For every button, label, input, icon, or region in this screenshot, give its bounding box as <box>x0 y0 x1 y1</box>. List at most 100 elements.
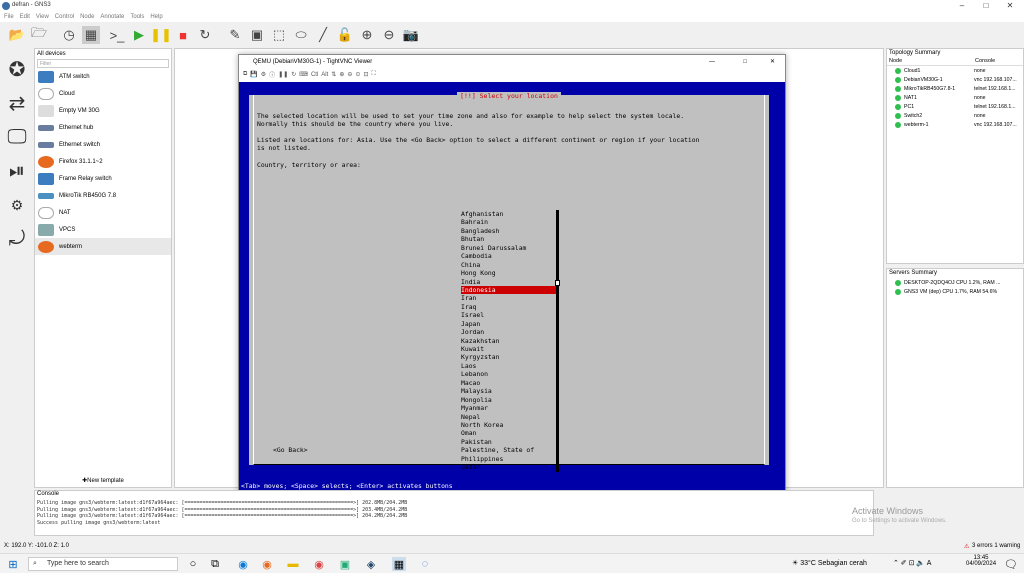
maximize-button[interactable]: □ <box>976 0 996 12</box>
open-folder-icon[interactable]: 📂 <box>8 26 26 44</box>
topology-row[interactable]: Cloud1 none <box>887 66 1023 75</box>
country-option[interactable]: Pakistan <box>461 438 557 446</box>
ellipse-icon[interactable]: ⬭ <box>292 26 310 44</box>
security-devices-icon[interactable]: ⏯ <box>4 158 30 184</box>
zoom-in-vnc-icon[interactable]: ⊕ <box>339 71 344 78</box>
country-option[interactable]: Afghanistan <box>461 210 557 218</box>
options-icon[interactable]: ⚙ <box>261 71 266 78</box>
topology-row[interactable]: Switch2 none <box>887 111 1023 120</box>
country-option[interactable]: Bangladesh <box>461 227 557 235</box>
edge-icon[interactable]: ◉ <box>236 557 250 571</box>
grid-icon[interactable]: ▦ <box>82 26 100 44</box>
transfer-icon[interactable]: ⇅ <box>331 71 336 78</box>
menu-annotate[interactable]: Annotate <box>100 14 124 20</box>
fullscreen-icon[interactable]: ⛶ <box>371 71 375 78</box>
country-option[interactable]: India <box>461 278 557 286</box>
pause-icon[interactable]: ❚❚ <box>150 26 172 44</box>
country-option[interactable]: Malaysia <box>461 387 557 395</box>
vnc-minimize-button[interactable]: — <box>709 55 715 69</box>
vnc-close-button[interactable]: ✕ <box>770 55 775 69</box>
console-icon[interactable]: >_ <box>108 26 126 44</box>
refresh-icon[interactable]: ↻ <box>291 71 296 78</box>
menu-file[interactable]: File <box>4 14 14 20</box>
country-option[interactable]: Mongolia <box>461 396 557 404</box>
menu-control[interactable]: Control <box>55 14 74 20</box>
server-row[interactable]: GNS3 VM (dep) CPU 1.7%, RAM 54.6% <box>887 287 1023 296</box>
reload-icon[interactable]: ↻ <box>196 26 214 44</box>
country-option[interactable]: Oman <box>461 429 557 437</box>
edit-icon[interactable]: ✎ <box>226 26 244 44</box>
topology-row[interactable]: webterm-1 vnc 192.168.107... <box>887 120 1023 129</box>
country-option[interactable]: Iran <box>461 294 557 302</box>
app-icon[interactable]: ▣ <box>338 557 352 571</box>
zoom-out-icon[interactable]: ⊖ <box>380 26 398 44</box>
gns3-taskbar-icon[interactable]: ◈ <box>364 557 378 571</box>
vnc-maximize-button[interactable]: □ <box>743 55 747 69</box>
task-view-icon[interactable]: ⧉ <box>208 557 222 571</box>
start-menu-icon[interactable]: ⊞ <box>6 557 20 571</box>
zoom-out-vnc-icon[interactable]: ⊖ <box>347 71 352 78</box>
country-option[interactable]: Palestine, State of <box>461 446 557 454</box>
all-devices-icon[interactable]: ⚙ <box>4 192 30 218</box>
zoom-100-icon[interactable]: ⊙ <box>355 71 360 78</box>
lock-icon[interactable]: 🔓 <box>336 26 354 44</box>
country-option[interactable]: Cambodia <box>461 252 557 260</box>
country-option[interactable]: China <box>461 261 557 269</box>
menu-help[interactable]: Help <box>150 14 162 20</box>
device-vpcs[interactable]: VPCS <box>35 221 171 238</box>
device-mikrotik[interactable]: MikroTik RB450G 7.8 <box>35 187 171 204</box>
topology-row[interactable]: DebianVM30G-1 vnc 192.168.107... <box>887 75 1023 84</box>
country-option[interactable]: North Korea <box>461 421 557 429</box>
device-cloud[interactable]: Cloud <box>35 85 171 102</box>
country-option[interactable]: Brunei Darussalam <box>461 244 557 252</box>
country-option[interactable]: Israel <box>461 311 557 319</box>
image-icon[interactable]: ▣ <box>248 26 266 44</box>
country-option[interactable]: Kazakhstan <box>461 337 557 345</box>
country-scrollbar[interactable] <box>556 210 559 472</box>
stop-icon[interactable]: ■ <box>174 26 192 44</box>
vnc-taskbar-icon[interactable]: ▦ <box>392 557 406 571</box>
file-explorer-icon[interactable]: ▬ <box>286 557 300 571</box>
country-option[interactable]: Lebanon <box>461 370 557 378</box>
rectangle-icon[interactable]: ⬚ <box>270 26 288 44</box>
camera-icon[interactable]: 📷 <box>402 26 420 44</box>
menu-edit[interactable]: Edit <box>20 14 30 20</box>
country-option[interactable]: Myanmar <box>461 404 557 412</box>
country-option[interactable]: Macao <box>461 379 557 387</box>
device-nat[interactable]: NAT <box>35 204 171 221</box>
app2-icon[interactable]: ◌ <box>418 557 432 571</box>
new-template-button[interactable]: ✚New template <box>34 477 172 489</box>
folder-icon[interactable]: 🗁 <box>30 25 48 44</box>
country-list[interactable]: Afghanistan Bahrain Bangladesh Bhutan Brunei… <box>461 210 557 472</box>
country-scrollbar-thumb[interactable] <box>555 280 560 286</box>
country-option[interactable]: Qatar <box>461 463 557 471</box>
weather[interactable]: ☀ 33°C Sebagian cerah <box>792 559 867 567</box>
taskbar-search-box[interactable]: ⌕ Type here to search <box>28 557 178 571</box>
cortana-icon[interactable]: ○ <box>186 557 200 571</box>
device-frame-relay[interactable]: Frame Relay switch <box>35 170 171 187</box>
ctrl-alt-del-icon[interactable]: ⌨ <box>299 71 308 78</box>
save-icon[interactable]: 💾 <box>250 71 257 78</box>
start-icon[interactable]: ▶ <box>130 26 148 44</box>
new-connection-icon[interactable]: ⧉ <box>243 71 247 78</box>
zoom-fit-icon[interactable]: ⊡ <box>363 71 368 78</box>
country-option[interactable]: Jordan <box>461 328 557 336</box>
country-option[interactable]: Bhutan <box>461 235 557 243</box>
line-icon[interactable]: ╱ <box>314 26 332 44</box>
country-option[interactable]: Kyrgyzstan <box>461 353 557 361</box>
switches-icon[interactable]: ⇄ <box>4 90 30 116</box>
country-option[interactable]: Japan <box>461 320 557 328</box>
ctrl-icon[interactable]: Ctl <box>311 72 318 78</box>
device-firefox[interactable]: Firefox 31.1.1~2 <box>35 153 171 170</box>
topology-row[interactable]: NAT1 none <box>887 93 1023 102</box>
notifications-icon[interactable]: 🗨 <box>1004 557 1018 571</box>
clock-icon[interactable]: ◷ <box>60 26 78 44</box>
device-empty-vm[interactable]: Empty VM 30G <box>35 102 171 119</box>
vnc-screen[interactable]: [!!] Select your location The selected l… <box>239 82 785 496</box>
minimize-button[interactable]: – <box>952 0 972 12</box>
close-button[interactable]: ✕ <box>1000 0 1020 12</box>
device-ethernet-hub[interactable]: Ethernet hub <box>35 119 171 136</box>
country-option[interactable]: Laos <box>461 362 557 370</box>
server-row[interactable]: DESKTOP-2QDQ4OJ CPU 1.2%, RAM ... <box>887 278 1023 287</box>
zoom-in-icon[interactable]: ⊕ <box>358 26 376 44</box>
